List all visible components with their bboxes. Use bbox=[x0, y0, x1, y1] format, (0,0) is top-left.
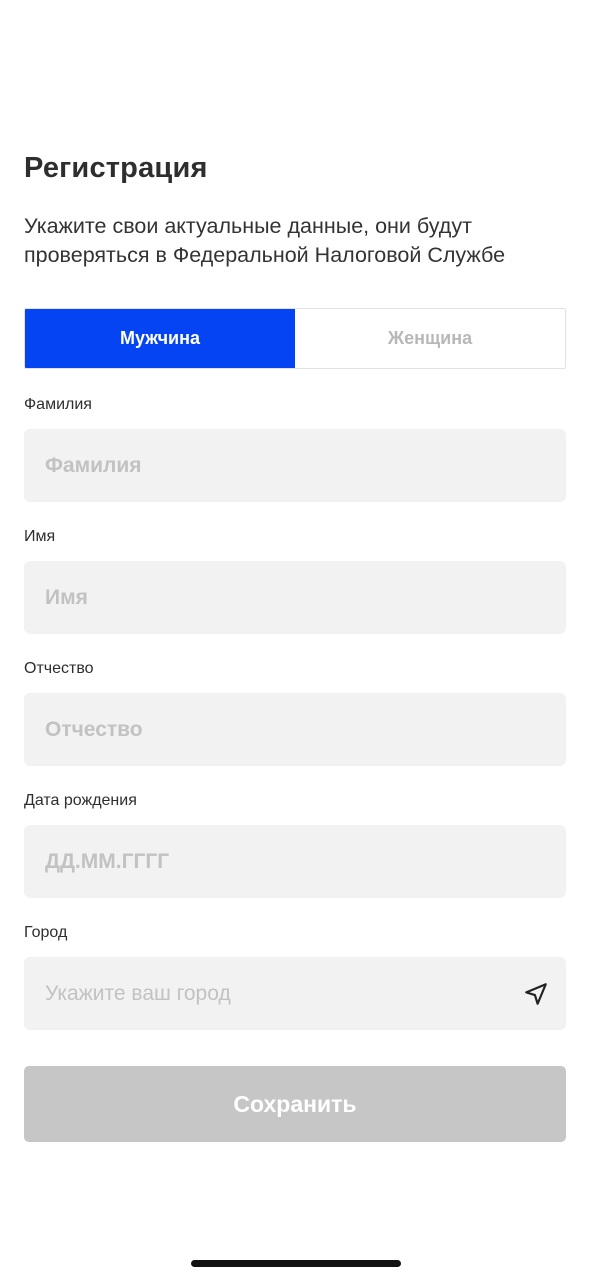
birth-date-label: Дата рождения bbox=[24, 792, 137, 809]
gender-option-female[interactable]: Женщина bbox=[295, 309, 565, 368]
patronymic-label: Отчество bbox=[24, 660, 94, 677]
first-name-input[interactable] bbox=[45, 561, 545, 634]
page-subtitle: Укажите свои актуальные данные, они буду… bbox=[24, 214, 506, 267]
page-title: Регистрация bbox=[24, 152, 208, 184]
last-name-field bbox=[24, 429, 566, 502]
location-arrow-icon[interactable] bbox=[521, 979, 551, 1009]
city-field bbox=[24, 957, 566, 1030]
gender-toggle: Мужчина Женщина bbox=[24, 308, 566, 369]
city-label: Город bbox=[24, 924, 68, 941]
patronymic-input[interactable] bbox=[45, 693, 545, 766]
patronymic-field bbox=[24, 693, 566, 766]
last-name-label: Фамилия bbox=[24, 396, 92, 413]
home-indicator[interactable] bbox=[191, 1260, 401, 1267]
last-name-input[interactable] bbox=[45, 429, 545, 502]
save-button[interactable]: Сохранить bbox=[24, 1066, 566, 1142]
first-name-field bbox=[24, 561, 566, 634]
city-input[interactable] bbox=[45, 957, 513, 1030]
gender-option-male[interactable]: Мужчина bbox=[25, 309, 295, 368]
first-name-label: Имя bbox=[24, 528, 56, 545]
birth-date-field bbox=[24, 825, 566, 898]
birth-date-input[interactable] bbox=[45, 825, 545, 898]
